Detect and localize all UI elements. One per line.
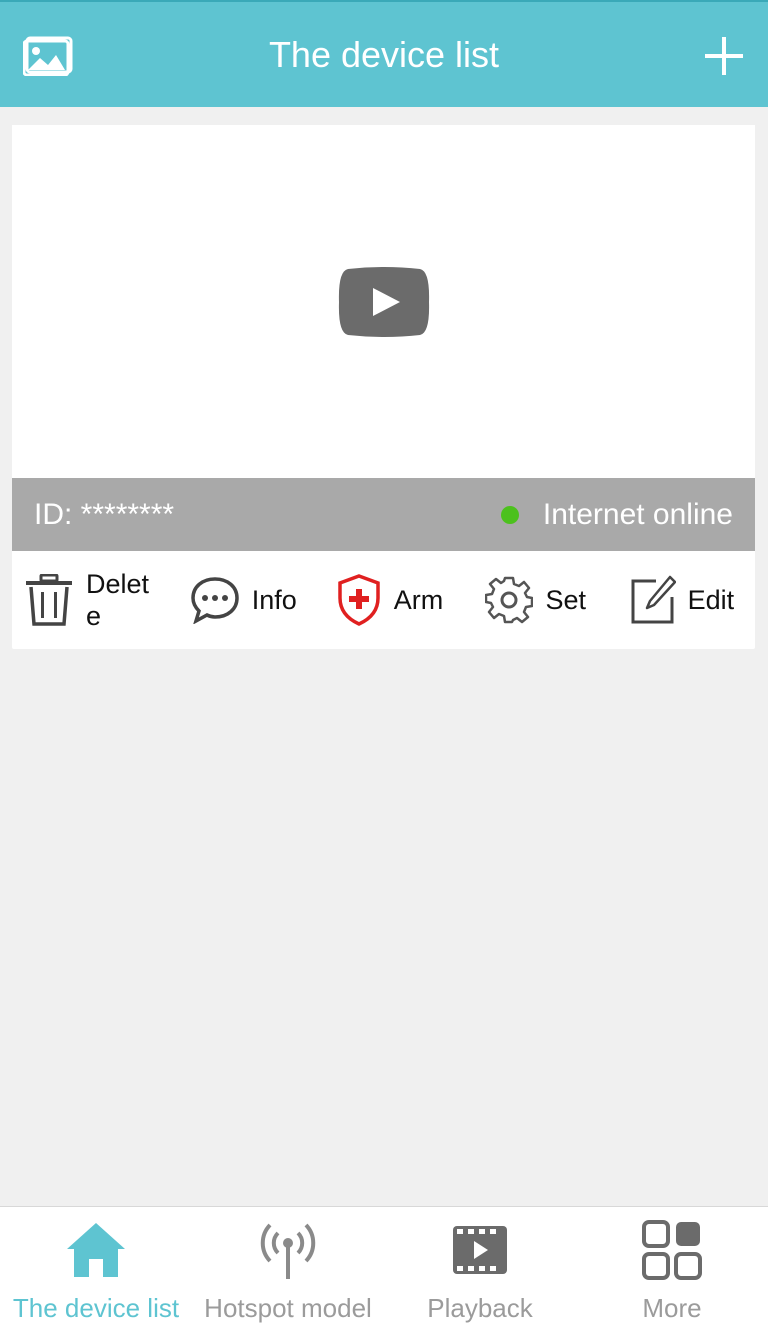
nav-device-list-label: The device list bbox=[12, 1293, 180, 1323]
bottom-navigation: The device list Hotspot model Playback M… bbox=[0, 1206, 768, 1324]
edit-label: Edit bbox=[687, 584, 735, 615]
gear-icon bbox=[485, 576, 534, 624]
film-icon bbox=[453, 1226, 507, 1274]
nav-playback-label: Playback bbox=[427, 1293, 533, 1323]
app-header: The device list bbox=[0, 0, 768, 107]
nav-more-label: More bbox=[642, 1293, 702, 1323]
video-preview[interactable] bbox=[12, 125, 755, 478]
set-label: Set bbox=[545, 584, 586, 615]
edit-button[interactable]: Edit bbox=[609, 551, 755, 649]
edit-icon bbox=[631, 575, 676, 624]
device-status-text: Internet online bbox=[542, 497, 733, 531]
nav-device-list[interactable]: The device list bbox=[0, 1207, 192, 1324]
info-label: Info bbox=[251, 584, 297, 615]
device-status-bar: ID: ******** Internet online bbox=[12, 478, 755, 551]
home-icon bbox=[67, 1223, 125, 1277]
plus-icon bbox=[705, 37, 743, 75]
add-device-button[interactable] bbox=[702, 32, 746, 80]
device-card: ID: ******** Internet online Delete Info… bbox=[12, 125, 755, 649]
gallery-button[interactable] bbox=[22, 34, 74, 78]
nav-hotspot-model[interactable]: Hotspot model bbox=[192, 1207, 384, 1324]
nav-playback[interactable]: Playback bbox=[384, 1207, 576, 1324]
grid-icon bbox=[642, 1220, 702, 1280]
online-status-dot bbox=[500, 505, 519, 524]
delete-button[interactable]: Delete bbox=[12, 551, 170, 649]
antenna-icon bbox=[260, 1223, 316, 1279]
delete-label: Delete bbox=[86, 569, 150, 631]
set-button[interactable]: Set bbox=[463, 551, 609, 649]
nav-hotspot-model-label: Hotspot model bbox=[204, 1293, 372, 1323]
shield-icon bbox=[338, 574, 380, 626]
device-actions: Delete Info Arm Set Edit bbox=[12, 551, 755, 649]
gallery-icon bbox=[23, 36, 73, 76]
chat-bubble-icon bbox=[191, 577, 239, 624]
arm-label: Arm bbox=[393, 584, 444, 615]
device-id: ID: ******** bbox=[34, 497, 175, 531]
trash-icon bbox=[26, 574, 72, 626]
info-button[interactable]: Info bbox=[170, 551, 316, 649]
nav-more[interactable]: More bbox=[576, 1207, 768, 1324]
page-title: The device list bbox=[268, 33, 500, 75]
arm-button[interactable]: Arm bbox=[316, 551, 462, 649]
play-icon[interactable] bbox=[338, 266, 430, 337]
